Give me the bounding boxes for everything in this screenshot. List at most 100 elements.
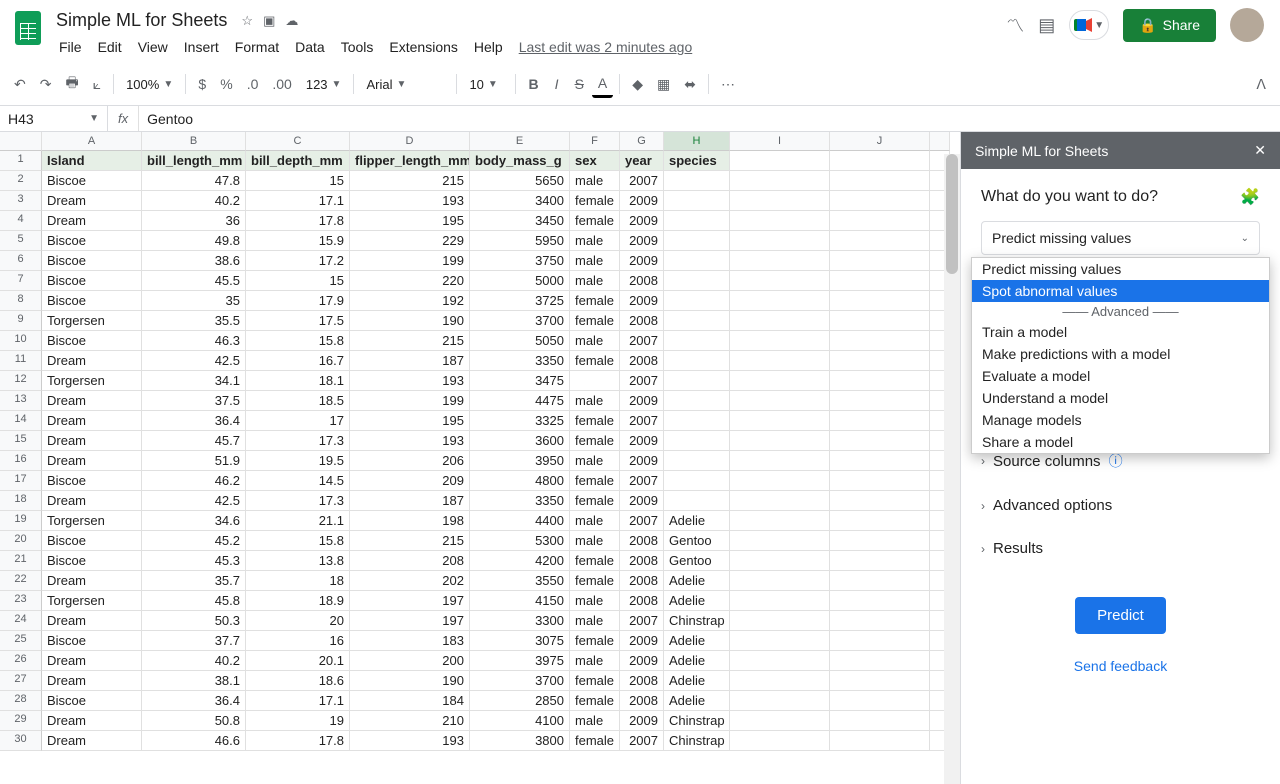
cell[interactable]	[730, 491, 830, 511]
activity-icon[interactable]: 〽	[1006, 12, 1024, 38]
cell[interactable]: 2009	[620, 451, 664, 471]
cell[interactable]: Chinstrap	[664, 611, 730, 631]
cell[interactable]: 38.1	[142, 671, 246, 691]
cell[interactable]: Biscoe	[42, 271, 142, 291]
cell[interactable]: Biscoe	[42, 551, 142, 571]
cell[interactable]: 3350	[470, 491, 570, 511]
cell[interactable]	[664, 171, 730, 191]
cell[interactable]: Chinstrap	[664, 711, 730, 731]
cell[interactable]: 17.1	[246, 191, 350, 211]
cell[interactable]: 45.5	[142, 271, 246, 291]
cell[interactable]	[830, 371, 930, 391]
cell[interactable]: 3075	[470, 631, 570, 651]
cell[interactable]: 42.5	[142, 491, 246, 511]
name-box[interactable]: H43▼	[0, 106, 108, 131]
row-header[interactable]: 15	[0, 431, 42, 451]
row-header[interactable]: 28	[0, 691, 42, 711]
cell[interactable]: 215	[350, 171, 470, 191]
cell[interactable]: 2008	[620, 531, 664, 551]
cell[interactable]	[730, 351, 830, 371]
menu-help[interactable]: Help	[467, 35, 510, 59]
cell[interactable]: male	[570, 251, 620, 271]
header-cell[interactable]: year	[620, 151, 664, 171]
cell[interactable]: 195	[350, 211, 470, 231]
column-header[interactable]: F	[570, 132, 620, 151]
cell[interactable]	[730, 291, 830, 311]
row-header[interactable]: 11	[0, 351, 42, 371]
cell[interactable]	[830, 531, 930, 551]
cell[interactable]: male	[570, 331, 620, 351]
avatar[interactable]	[1230, 8, 1264, 42]
cell[interactable]: 210	[350, 711, 470, 731]
cell[interactable]: 2008	[620, 311, 664, 331]
cell[interactable]: 18.1	[246, 371, 350, 391]
cell[interactable]: Biscoe	[42, 531, 142, 551]
cell[interactable]	[664, 491, 730, 511]
share-button[interactable]: 🔒 Share	[1123, 9, 1216, 42]
cell[interactable]: 4800	[470, 471, 570, 491]
cell[interactable]	[830, 671, 930, 691]
cell[interactable]: 215	[350, 531, 470, 551]
cell[interactable]: 193	[350, 431, 470, 451]
select-all-corner[interactable]	[0, 132, 42, 151]
cell[interactable]: 198	[350, 511, 470, 531]
cell[interactable]: 14.5	[246, 471, 350, 491]
cell[interactable]: 3950	[470, 451, 570, 471]
cell[interactable]: female	[570, 191, 620, 211]
cell[interactable]: 4200	[470, 551, 570, 571]
cell[interactable]: 18.9	[246, 591, 350, 611]
row-header[interactable]: 14	[0, 411, 42, 431]
cell[interactable]: 2007	[620, 371, 664, 391]
cell[interactable]: Torgersen	[42, 311, 142, 331]
more-button[interactable]: ⋯	[715, 72, 741, 97]
cell[interactable]	[730, 311, 830, 331]
sheets-logo[interactable]	[8, 8, 48, 48]
format-select[interactable]: 123▼	[300, 73, 348, 96]
cell[interactable]	[730, 251, 830, 271]
cell[interactable]: 2009	[620, 491, 664, 511]
cell[interactable]: Biscoe	[42, 691, 142, 711]
cell[interactable]	[830, 591, 930, 611]
row-header[interactable]: 6	[0, 251, 42, 271]
cell[interactable]: 35.5	[142, 311, 246, 331]
task-share[interactable]: Share a model	[972, 431, 1269, 453]
row-header[interactable]: 1	[0, 151, 42, 171]
info-icon[interactable]: ⓘ	[1109, 451, 1123, 471]
cell[interactable]	[730, 211, 830, 231]
cell[interactable]: 2009	[620, 211, 664, 231]
cell[interactable]: 2008	[620, 671, 664, 691]
row-header[interactable]: 2	[0, 171, 42, 191]
cell[interactable]: Biscoe	[42, 631, 142, 651]
cell[interactable]: 220	[350, 271, 470, 291]
cell[interactable]: 5650	[470, 171, 570, 191]
cell[interactable]	[730, 431, 830, 451]
cell[interactable]: Dream	[42, 491, 142, 511]
menu-extensions[interactable]: Extensions	[382, 35, 464, 59]
row-header[interactable]: 5	[0, 231, 42, 251]
cell[interactable]	[664, 191, 730, 211]
cell[interactable]	[730, 271, 830, 291]
cell[interactable]	[730, 391, 830, 411]
cell[interactable]: 51.9	[142, 451, 246, 471]
cell[interactable]	[830, 711, 930, 731]
column-header[interactable]: E	[470, 132, 570, 151]
row-header[interactable]: 23	[0, 591, 42, 611]
doc-title[interactable]: Simple ML for Sheets	[52, 8, 231, 33]
cell[interactable]: 3300	[470, 611, 570, 631]
cell[interactable]	[830, 451, 930, 471]
row-header[interactable]: 20	[0, 531, 42, 551]
cell[interactable]	[730, 651, 830, 671]
cell[interactable]: male	[570, 171, 620, 191]
cell[interactable]: Adelie	[664, 651, 730, 671]
decrease-decimal-button[interactable]: .0	[241, 72, 265, 96]
cell[interactable]	[830, 731, 930, 751]
cell[interactable]	[830, 391, 930, 411]
cell[interactable]	[664, 311, 730, 331]
cell[interactable]: Biscoe	[42, 471, 142, 491]
cell[interactable]: 17.3	[246, 491, 350, 511]
cell[interactable]	[730, 531, 830, 551]
cell[interactable]	[730, 411, 830, 431]
cell[interactable]: 17.2	[246, 251, 350, 271]
cell[interactable]: 17.3	[246, 431, 350, 451]
percent-button[interactable]: %	[214, 72, 238, 96]
